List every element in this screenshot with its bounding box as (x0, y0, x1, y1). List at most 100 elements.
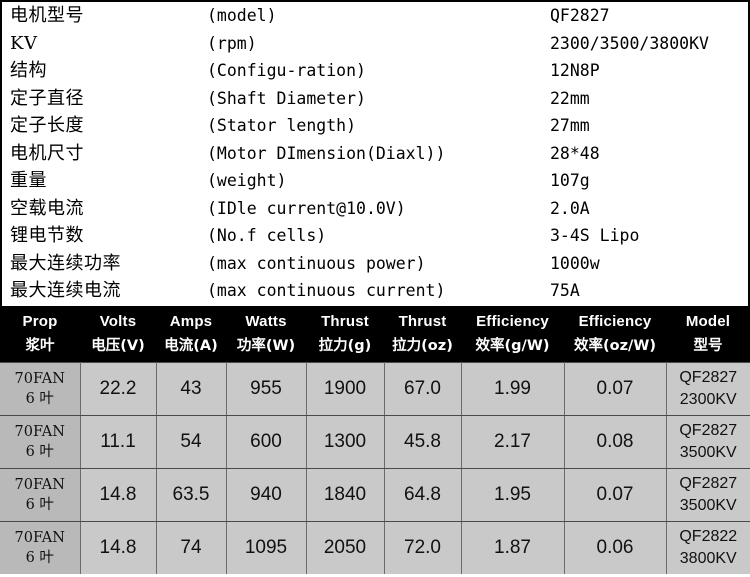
cell-efficiency-ozw: 0.08 (563, 415, 667, 469)
spec-value: 75A (550, 281, 580, 300)
spec-row: 重量 (weight) 107g (2, 167, 748, 195)
spec-label-cn: 锂电节数 (10, 225, 84, 246)
prop-line-2: 6 叶 (25, 550, 54, 566)
cell-efficiency-gw: 1.87 (460, 521, 565, 574)
spec-value: QF2827 (550, 6, 610, 25)
spec-label-cn: 定子直径 (10, 87, 84, 109)
spec-row: 最大连续功率 (max continuous power) 1000w (2, 250, 748, 278)
column-header-en: Thrust (321, 313, 369, 330)
cell-watts: 600 (225, 415, 307, 469)
spec-label-cn: 结构 (10, 60, 47, 81)
column-header-amps: Amps 电流(A) (156, 306, 226, 363)
spec-row: 锂电节数 (No.f cells) 3-4S Lipo (2, 222, 748, 250)
spec-label-cn: 最大连续功率 (10, 252, 121, 274)
prop-line-1: 70FAN (14, 371, 65, 387)
cell-thrust-g: 1900 (305, 362, 385, 416)
cell-thrust-g: 2050 (305, 521, 385, 574)
column-header-cn: 效率(g/W) (475, 338, 550, 354)
column-header-cn: 效率(oz/W) (574, 338, 656, 354)
table-row: 70FAN 6 叶 22.2 43 955 1900 67.0 1.99 0.0… (0, 362, 750, 416)
column-header-efficiency-ozw: Efficiency 效率(oz/W) (564, 306, 666, 363)
spec-row: 最大连续电流 (max continuous current) 75A (2, 277, 748, 305)
spec-label-cn: 电机型号 (10, 5, 84, 26)
column-header-cn: 电压(V) (91, 338, 145, 354)
cell-efficiency-gw: 1.99 (460, 362, 565, 416)
cell-amps: 63.5 (155, 468, 227, 522)
table-row: 70FAN 6 叶 11.1 54 600 1300 45.8 2.17 0.0… (0, 415, 750, 469)
column-header-volts: Volts 电压(V) (80, 306, 156, 363)
cell-watts: 1095 (225, 521, 307, 574)
spec-value: 12N8P (550, 61, 600, 80)
spec-row: 电机型号 (model) QF2827 (2, 2, 748, 30)
spec-value: 107g (550, 171, 590, 190)
prop-line-2: 6 叶 (25, 444, 54, 460)
cell-watts: 940 (225, 468, 307, 522)
cell-amps: 74 (155, 521, 227, 574)
column-header-en: Model (685, 313, 731, 330)
cell-thrust-oz: 72.0 (383, 521, 462, 574)
cell-thrust-oz: 45.8 (383, 415, 462, 469)
cell-prop: 70FAN 6 叶 (0, 521, 81, 574)
table-row: 70FAN 6 叶 14.8 74 1095 2050 72.0 1.87 0.… (0, 521, 750, 574)
cell-amps: 54 (155, 415, 227, 469)
table-row: 70FAN 6 叶 14.8 63.5 940 1840 64.8 1.95 0… (0, 468, 750, 522)
spec-label-en: (rpm) (207, 33, 257, 53)
cell-model: QF2827 3500KV (665, 468, 750, 522)
prop-line-1: 70FAN (14, 477, 65, 493)
cell-amps: 43 (155, 362, 227, 416)
spec-label-cn: 定子长度 (10, 115, 84, 136)
column-header-prop: Prop 浆叶 (0, 306, 80, 363)
spec-label-en: (No.f cells) (207, 226, 327, 245)
cell-efficiency-ozw: 0.07 (563, 362, 667, 416)
spec-label-en: (weight) (207, 171, 287, 190)
cell-model: QF2822 3800KV (665, 521, 750, 574)
column-header-cn: 拉力(oz) (392, 338, 453, 354)
column-header-efficiency-gw: Efficiency 效率(g/W) (461, 306, 564, 363)
spec-label-cn: 重量 (10, 170, 47, 191)
model-line-1: QF2827 (679, 369, 738, 386)
column-header-cn: 型号 (693, 338, 723, 354)
column-header-en: Efficiency (476, 313, 549, 330)
column-header-en: Volts (99, 313, 137, 330)
model-line-2: 3500KV (679, 497, 737, 514)
cell-prop: 70FAN 6 叶 (0, 362, 81, 416)
specification-block: 电机型号 (model) QF2827 KV (rpm) 2300/3500/3… (0, 0, 750, 306)
column-header-cn: 电流(A) (164, 338, 218, 354)
spec-label-en: (max continuous current) (207, 281, 446, 300)
table-header-row: Prop 浆叶 Volts 电压(V) Amps 电流(A) Watts 功率(… (0, 306, 750, 363)
cell-efficiency-gw: 1.95 (460, 468, 565, 522)
spec-value: 28*48 (550, 143, 600, 163)
column-header-cn: 功率(W) (236, 338, 296, 354)
cell-efficiency-gw: 2.17 (460, 415, 565, 469)
column-header-en: Efficiency (578, 313, 652, 330)
column-header-en: Watts (245, 313, 287, 330)
spec-label-en: (Motor DImension(Diaxl)) (207, 143, 446, 163)
model-line-2: 2300KV (679, 391, 737, 408)
cell-prop: 70FAN 6 叶 (0, 468, 81, 522)
model-line-1: QF2827 (679, 422, 738, 439)
column-header-model: Model 型号 (666, 306, 750, 363)
model-line-1: QF2827 (679, 475, 738, 492)
cell-efficiency-ozw: 0.07 (563, 468, 667, 522)
cell-efficiency-ozw: 0.06 (563, 521, 667, 574)
table-body: 70FAN 6 叶 22.2 43 955 1900 67.0 1.99 0.0… (0, 362, 750, 574)
cell-thrust-oz: 64.8 (383, 468, 462, 522)
spec-row: 定子直径 (Shaft Diameter) 22mm (2, 85, 748, 113)
spec-value: 3-4S Lipo (550, 226, 640, 245)
model-line-1: QF2822 (679, 528, 738, 545)
cell-volts: 11.1 (79, 415, 157, 469)
column-header-watts: Watts 功率(W) (226, 306, 306, 363)
column-header-en: Amps (169, 313, 213, 330)
spec-label-en: (IDle current@10.0V) (207, 198, 406, 218)
cell-volts: 14.8 (79, 521, 157, 574)
spec-value: 2.0A (550, 198, 590, 218)
cell-thrust-g: 1840 (305, 468, 385, 522)
cell-model: QF2827 2300KV (665, 362, 750, 416)
prop-line-1: 70FAN (14, 530, 65, 546)
spec-label-cn: KV (10, 32, 38, 54)
cell-thrust-oz: 67.0 (383, 362, 462, 416)
spec-label-en: (Shaft Diameter) (207, 88, 366, 108)
spec-row: 定子长度 (Stator length) 27mm (2, 112, 748, 140)
prop-line-2: 6 叶 (25, 391, 54, 407)
spec-label-cn: 空载电流 (10, 197, 84, 219)
